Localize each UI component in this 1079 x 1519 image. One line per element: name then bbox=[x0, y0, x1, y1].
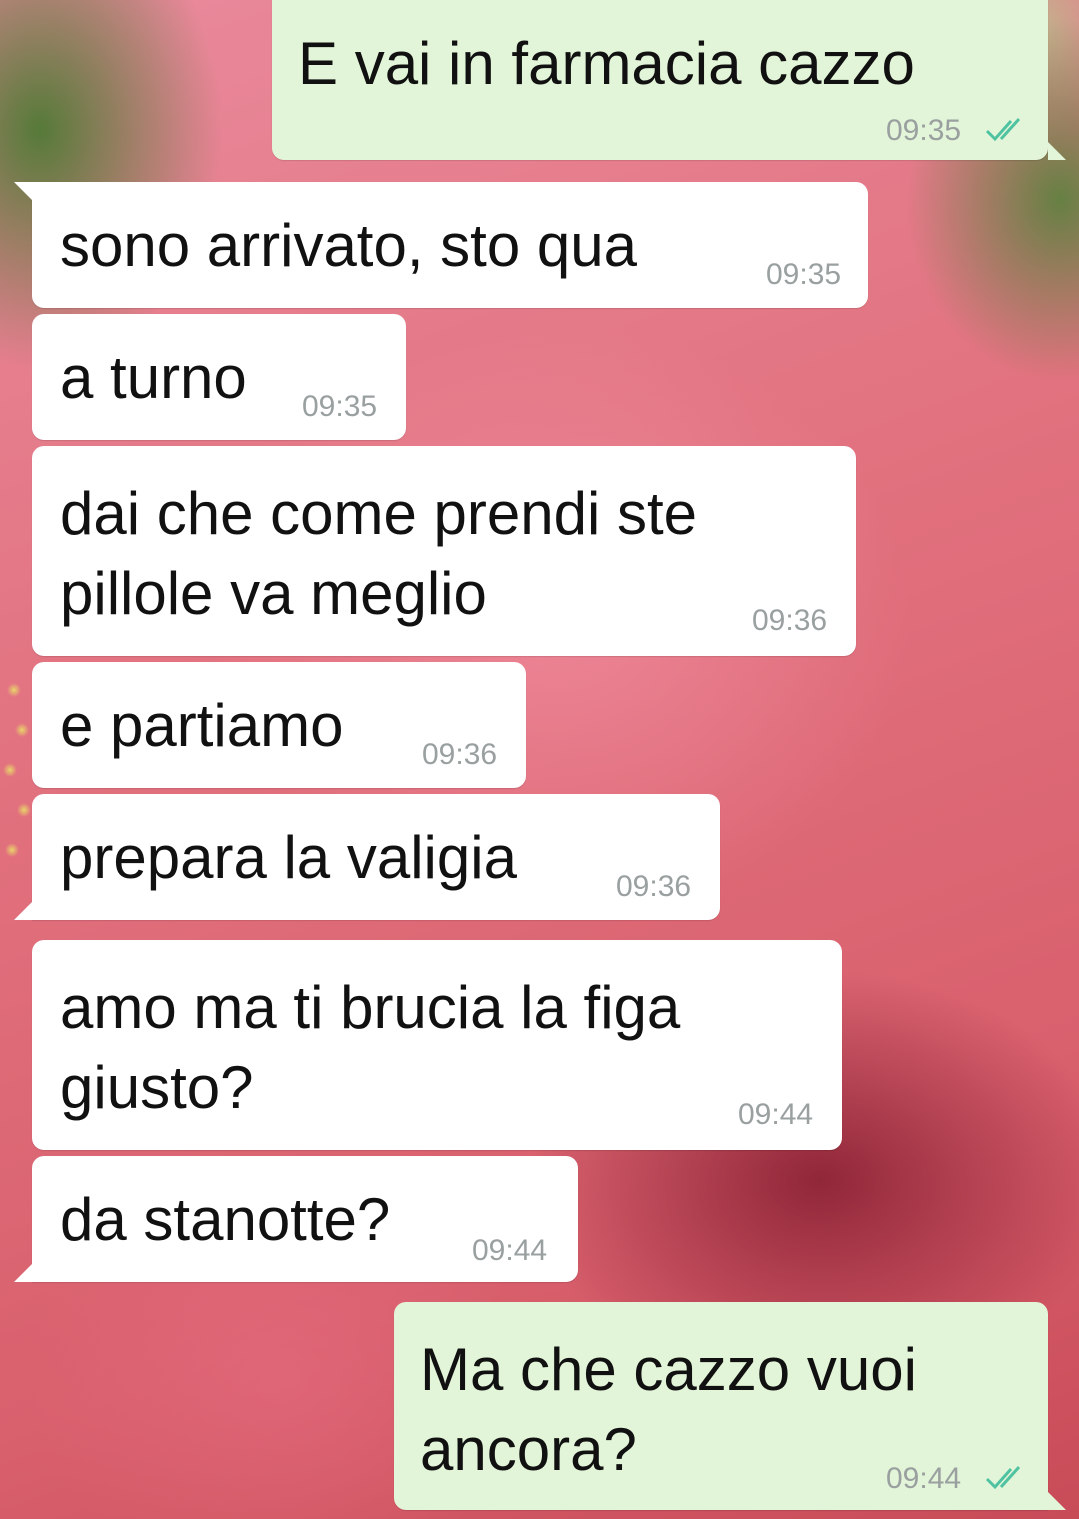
message-bubble-incoming[interactable]: prepara la valigia 09:36 bbox=[32, 794, 720, 920]
message-text: E vai in farmacia cazzo bbox=[298, 30, 915, 97]
message-bubble-incoming[interactable]: e partiamo 09:36 bbox=[32, 662, 526, 788]
message-text-line-1: amo ma ti brucia la figa bbox=[60, 974, 681, 1041]
message-bubble-incoming[interactable]: da stanotte? 09:44 bbox=[32, 1156, 578, 1282]
message-text: e partiamo bbox=[60, 692, 344, 759]
bubble-tail bbox=[1048, 1492, 1066, 1510]
message-text-line-1: dai che come prendi ste bbox=[60, 480, 698, 547]
message-timestamp: 09:36 bbox=[616, 870, 692, 903]
message-timestamp: 09:44 bbox=[472, 1234, 548, 1267]
message-text-line-2: ancora? bbox=[420, 1416, 637, 1483]
message-timestamp: 09:44 bbox=[738, 1098, 814, 1131]
message-text: sono arrivato, sto qua bbox=[60, 212, 638, 279]
double-check-icon bbox=[985, 117, 1021, 142]
message-timestamp: 09:44 bbox=[886, 1462, 962, 1495]
message-bubble-outgoing[interactable]: Ma che cazzo vuoi ancora? 09:44 bbox=[394, 1302, 1048, 1510]
message-timestamp: 09:36 bbox=[752, 604, 828, 637]
message-timestamp: 09:35 bbox=[302, 390, 378, 423]
message-text-line-1: Ma che cazzo vuoi bbox=[420, 1336, 917, 1403]
message-bubble-incoming[interactable]: a turno 09:35 bbox=[32, 314, 406, 440]
message-timestamp: 09:36 bbox=[422, 738, 498, 771]
message-bubble-incoming[interactable]: dai che come prendi ste pillole va megli… bbox=[32, 446, 856, 656]
bubble-tail bbox=[14, 182, 32, 200]
message-timestamp: 09:35 bbox=[886, 114, 962, 147]
bubble-tail bbox=[1048, 142, 1066, 160]
bubble-tail bbox=[14, 902, 32, 920]
message-text: da stanotte? bbox=[60, 1186, 391, 1253]
double-check-icon bbox=[985, 1465, 1021, 1490]
message-text: prepara la valigia bbox=[60, 824, 517, 891]
message-bubble-incoming[interactable]: amo ma ti brucia la figa giusto? 09:44 bbox=[32, 940, 842, 1150]
message-bubble-incoming[interactable]: sono arrivato, sto qua 09:35 bbox=[32, 182, 868, 308]
message-text-line-2: pillole va meglio bbox=[60, 560, 487, 627]
message-bubble-outgoing[interactable]: E vai in farmacia cazzo 09:35 bbox=[272, 0, 1048, 160]
message-text: a turno bbox=[60, 344, 247, 411]
bubble-tail bbox=[14, 1264, 32, 1282]
message-text-line-2: giusto? bbox=[60, 1054, 254, 1121]
message-timestamp: 09:35 bbox=[766, 258, 842, 291]
